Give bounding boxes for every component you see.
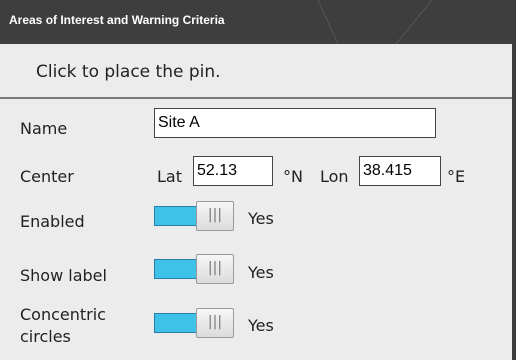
place-pin-hint: Click to place the pin. — [36, 62, 221, 82]
lat-label: Lat — [157, 167, 182, 186]
window-titlebar: Areas of Interest and Warning Criteria — [0, 0, 516, 44]
show-label-toggle[interactable]: ||| — [154, 254, 236, 284]
concentric-state: Yes — [248, 316, 274, 335]
concentric-toggle[interactable]: ||| — [154, 308, 236, 338]
aoi-panel: Click to place the pin. Name Site A Cent… — [0, 44, 516, 360]
concentric-label-line1: Concentric — [20, 305, 106, 324]
show-label-state: Yes — [248, 263, 274, 282]
enabled-state: Yes — [248, 209, 274, 228]
toggle-thumb[interactable]: ||| — [196, 254, 234, 284]
window-title: Areas of Interest and Warning Criteria — [9, 13, 225, 27]
concentric-label-line2: circles — [20, 327, 71, 346]
toggle-thumb[interactable]: ||| — [196, 308, 234, 338]
enabled-toggle[interactable]: ||| — [154, 201, 236, 231]
toggle-thumb[interactable]: ||| — [196, 201, 234, 231]
enabled-label: Enabled — [20, 212, 85, 231]
lon-label: Lon — [320, 167, 349, 186]
show-label-label: Show label — [20, 266, 107, 285]
divider — [0, 97, 512, 99]
center-label: Center — [20, 167, 74, 186]
name-input[interactable]: Site A — [154, 108, 436, 138]
lon-unit: °E — [447, 167, 466, 186]
lat-input[interactable]: 52.13 — [193, 156, 273, 186]
lat-unit: °N — [283, 167, 303, 186]
panel-border — [512, 44, 516, 360]
lon-input[interactable]: 38.415 — [359, 156, 441, 186]
name-label: Name — [20, 119, 68, 138]
